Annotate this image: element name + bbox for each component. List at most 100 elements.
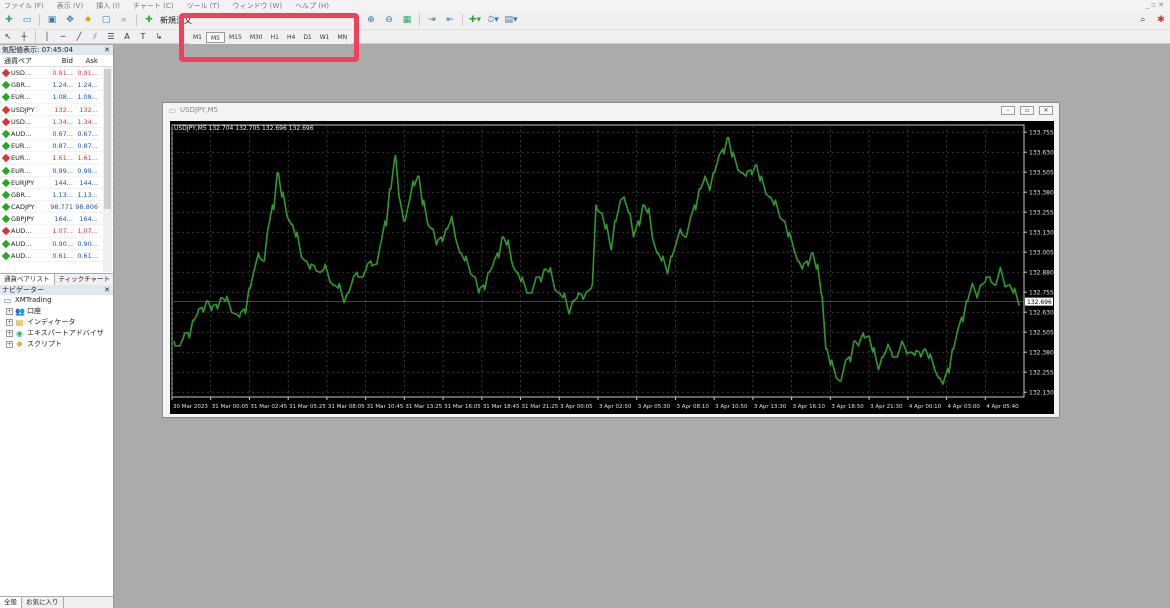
zoom-out-icon[interactable]: ⊖ — [382, 13, 396, 27]
crosshair-icon[interactable]: ┼ — [18, 31, 30, 43]
market-watch-row[interactable]: GBR... 1.13... 1.13... — [0, 189, 113, 202]
profiles-icon[interactable]: ▭ — [20, 13, 34, 27]
market-watch-row[interactable]: AUD... 0.61... 0.61... — [0, 250, 113, 262]
ask-cell: 0.87... — [77, 142, 98, 151]
menu-tools[interactable]: ツール (T) — [186, 1, 219, 11]
text-icon[interactable]: A — [121, 31, 133, 43]
vertical-line-icon[interactable]: │ — [41, 31, 53, 43]
navigator-node-experts[interactable]: + ◉ エキスパートアドバイザ — [0, 328, 113, 339]
symbol-cell: AUD... — [0, 225, 48, 236]
market-watch-row[interactable]: AUD... 0.90... 0.90... — [0, 238, 113, 250]
templates-icon[interactable]: ▤▾ — [504, 13, 518, 27]
market-watch-row[interactable]: GBR... 1.24... 1.24... — [0, 79, 113, 92]
window-controls[interactable]: _ ▫ ✕ — [1145, 1, 1164, 9]
y-tick-label: 132.255 — [1029, 370, 1054, 377]
market-watch-row[interactable]: GBPJPY 164... 164... — [0, 213, 113, 226]
chart-area[interactable]: 133.755 133.630 133.505 133.380 133.255 133.1… — [170, 121, 1054, 414]
market-watch-row[interactable]: EUR... 0.99... 0.99... — [0, 165, 113, 177]
menu-insert[interactable]: 挿入 (I) — [96, 1, 120, 11]
symbol-name: USD... — [11, 69, 32, 77]
navigator-node-indicators[interactable]: + ▤ インディケータ — [0, 317, 113, 328]
tab-favorites[interactable]: お気に入り — [22, 597, 64, 608]
tab-symbols[interactable]: 通貨ペアリスト — [0, 274, 55, 285]
channel-icon[interactable]: ⫽ — [89, 31, 101, 43]
strategy-tester-icon[interactable]: ⌕ — [117, 13, 131, 27]
chart-window-title-bar[interactable]: ▭ USDJPY,M5 — [163, 103, 1059, 117]
chart-window[interactable]: ▭ USDJPY,M5 – ▫ ✕ 133.755 133.630 133.505 1… — [162, 102, 1060, 418]
scrollbar-thumb[interactable] — [104, 69, 111, 209]
market-watch-row[interactable]: AUD... 1.07... 1.07... — [0, 225, 113, 238]
navigator-title-bar: ナビゲーター ✕ — [0, 285, 113, 295]
price-series-line — [173, 137, 1020, 385]
close-icon[interactable]: ✕ — [104, 285, 110, 295]
periods-icon[interactable]: ⏱▾ — [486, 13, 500, 27]
x-tick-label: 31 Mar 00:05 — [212, 404, 249, 410]
navigator-node-scripts[interactable]: + ❖ スクリプト — [0, 339, 113, 350]
bid-cell: 0.90... — [52, 239, 73, 248]
text-label-icon[interactable]: T — [137, 31, 149, 43]
zoom-in-icon[interactable]: ⊕ — [364, 13, 378, 27]
market-watch-rows: USD... 0.91... 0.91... GBR... 1.24... 1.24...… — [0, 67, 113, 262]
tab-tick-chart[interactable]: ティックチャート — [55, 274, 116, 285]
market-watch-row[interactable]: USDJPY 132... 132... — [0, 104, 113, 116]
market-watch-row[interactable]: EURJPY 144... 144... — [0, 177, 113, 189]
expand-icon[interactable]: + — [6, 330, 13, 337]
restore-button[interactable]: ▫ — [1020, 106, 1034, 115]
auto-scroll-icon[interactable]: ⇤ — [443, 13, 457, 27]
price-chart[interactable]: 133.755 133.630 133.505 133.380 133.255 133.1… — [170, 121, 1054, 414]
data-window-icon[interactable]: ✥ — [63, 13, 77, 27]
column-ask[interactable]: Ask — [73, 55, 99, 66]
horizontal-line-icon[interactable]: ─ — [57, 31, 69, 43]
navigator-icon[interactable]: ★ — [81, 13, 95, 27]
minimize-button[interactable]: – — [1001, 106, 1015, 115]
arrows-icon[interactable]: ↳ — [153, 31, 165, 43]
new-order-icon[interactable]: ✚ — [142, 13, 156, 27]
expand-icon[interactable]: + — [6, 308, 13, 315]
menu-help[interactable]: ヘルプ (H) — [295, 1, 329, 11]
market-watch-row[interactable]: USD... 1.34... 1.34... — [0, 116, 113, 128]
tile-windows-icon[interactable]: ▦ — [400, 13, 414, 27]
symbol-status-icon — [1, 154, 11, 163]
x-tick-label: 4 Apr 03:00 — [948, 404, 981, 410]
market-watch-row[interactable]: EUR... 0.87... 0.87... — [0, 140, 113, 153]
column-bid[interactable]: Bid — [48, 55, 73, 66]
market-watch-scrollbar[interactable] — [103, 67, 112, 272]
indicators-icon[interactable]: ✚▾ — [468, 13, 482, 27]
expand-icon[interactable]: + — [6, 341, 13, 348]
market-watch-row[interactable]: EUR... 1.08... 1.08... — [0, 91, 113, 104]
new-chart-icon[interactable]: ✚ — [2, 13, 16, 27]
menu-view[interactable]: 表示 (V) — [57, 1, 83, 11]
symbol-cell: AUD... — [0, 238, 48, 249]
fibonacci-icon[interactable]: ☰ — [105, 31, 117, 43]
search-icon[interactable]: ⌕ — [1136, 13, 1150, 27]
close-icon[interactable]: ✕ — [104, 45, 110, 55]
market-watch-row[interactable]: EUR... 1.61... 1.61... — [0, 152, 113, 165]
x-tick-label: 3 Apr 02:50 — [599, 404, 632, 410]
menu-file[interactable]: ファイル (F) — [4, 1, 44, 11]
market-watch-row[interactable]: AUD... 0.67... 0.67... — [0, 128, 113, 141]
y-tick-label: 132.630 — [1029, 310, 1054, 317]
symbol-name: AUD... — [11, 227, 32, 236]
current-price-label: 132.696 — [1027, 299, 1052, 306]
column-symbol[interactable]: 通貨ペア — [0, 55, 48, 66]
navigator-root[interactable]: ▭ XMTrading — [0, 295, 113, 306]
navigator-node-accounts[interactable]: + 👥 口座 — [0, 306, 113, 317]
tab-common[interactable]: 全般 — [0, 597, 22, 608]
chart-shift-icon[interactable]: ⇥ — [425, 13, 439, 27]
menu-chart[interactable]: チャート (C) — [133, 1, 174, 11]
trendline-icon[interactable]: ╱ — [73, 31, 85, 43]
market-watch-row[interactable]: USD... 0.91... 0.91... — [0, 67, 113, 80]
accounts-icon: 👥 — [15, 307, 25, 316]
close-button[interactable]: ✕ — [1039, 106, 1053, 115]
expand-icon[interactable]: + — [6, 319, 13, 326]
y-tick-label: 133.755 — [1029, 130, 1054, 137]
menu-window[interactable]: ウィンドウ (W) — [232, 1, 282, 11]
ask-cell: 0.61... — [77, 251, 98, 260]
bid-cell: 164... — [54, 215, 73, 224]
settings-icon[interactable]: ✱ — [1154, 13, 1168, 27]
market-watch-row[interactable]: CADJPY 98.771 98.806 — [0, 201, 113, 214]
terminal-icon[interactable]: ▢ — [99, 13, 113, 27]
ask-cell: 0.90... — [77, 239, 98, 248]
market-watch-icon[interactable]: ▣ — [45, 13, 59, 27]
cursor-icon[interactable]: ↖ — [2, 31, 14, 43]
